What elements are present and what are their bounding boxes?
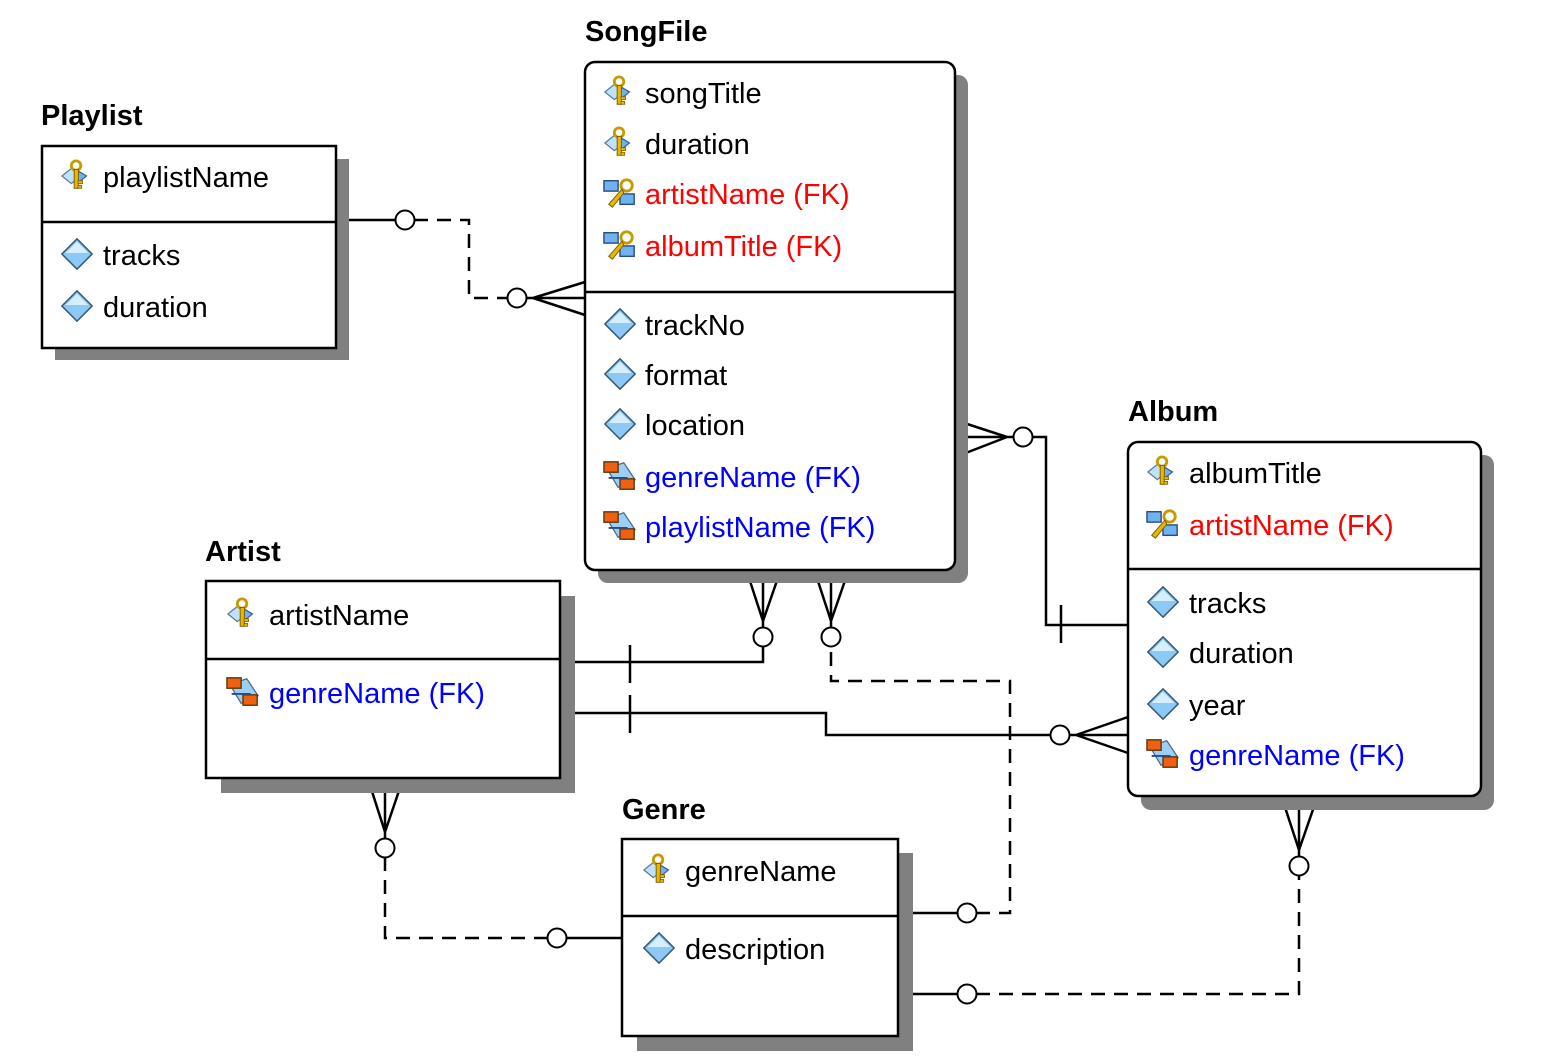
entity-playlist[interactable]: Playlist playlistName tracks duration bbox=[40, 100, 349, 360]
crows-foot-many-marker bbox=[1069, 715, 1129, 755]
zero-optional-marker bbox=[1012, 426, 1034, 448]
zero-optional-marker bbox=[394, 209, 416, 231]
attribute-label: genreName (FK) bbox=[1189, 740, 1405, 772]
entity-album[interactable]: Album albumTitle artistName (FK) tracks … bbox=[1126, 396, 1494, 810]
zero-optional-marker bbox=[1288, 855, 1310, 877]
zero-optional-marker bbox=[1049, 724, 1071, 746]
entity-title: Artist bbox=[205, 536, 281, 568]
zero-optional-marker bbox=[956, 983, 978, 1005]
relationship-genre-artist bbox=[366, 778, 622, 949]
attribute-label: trackNo bbox=[645, 310, 745, 342]
entity-genre[interactable]: Genre genreName description bbox=[620, 794, 913, 1051]
zero-optional-marker bbox=[506, 287, 528, 309]
attribute-label: duration bbox=[1189, 638, 1294, 670]
attribute-label: albumTitle (FK) bbox=[645, 231, 842, 263]
attribute-row[interactable]: playlistName (FK) bbox=[603, 510, 875, 544]
entity-songfile[interactable]: SongFile songTitle duration artistName (… bbox=[583, 16, 968, 583]
attribute-label: genreName (FK) bbox=[269, 678, 485, 710]
zero-optional-marker bbox=[956, 902, 978, 924]
zero-optional-marker bbox=[752, 626, 774, 648]
attribute-label: genreName bbox=[685, 856, 837, 888]
attribute-label: duration bbox=[645, 129, 750, 161]
attribute-label: artistName (FK) bbox=[1189, 510, 1394, 542]
attribute-label: albumTitle bbox=[1189, 458, 1322, 490]
entity-title: SongFile bbox=[585, 16, 707, 48]
attribute-label: tracks bbox=[1189, 588, 1266, 620]
crows-foot-many-marker bbox=[526, 280, 586, 317]
attribute-label: year bbox=[1189, 690, 1246, 722]
relationship-artist-songfile bbox=[563, 571, 782, 683]
attribute-label: description bbox=[685, 934, 825, 966]
attribute-row[interactable]: tracks bbox=[1147, 586, 1266, 620]
relationship-artist-album bbox=[563, 695, 1129, 755]
attribute-row[interactable]: year bbox=[1147, 688, 1246, 722]
zero-optional-marker bbox=[374, 837, 396, 859]
attribute-label: songTitle bbox=[645, 78, 762, 110]
attribute-label: tracks bbox=[103, 240, 180, 272]
attribute-label: playlistName (FK) bbox=[645, 512, 875, 544]
attribute-label: playlistName bbox=[103, 162, 269, 194]
attribute-label: duration bbox=[103, 292, 208, 324]
attribute-label: location bbox=[645, 410, 745, 442]
relationship-genre-album bbox=[899, 797, 1319, 1005]
er-diagram: Playlist playlistName tracks duration So… bbox=[40, 16, 1494, 1051]
entity-title: Playlist bbox=[41, 100, 143, 132]
zero-optional-marker bbox=[546, 927, 568, 949]
entity-title: Genre bbox=[622, 794, 706, 826]
entity-title: Album bbox=[1128, 396, 1218, 428]
attribute-row[interactable]: tracks bbox=[61, 238, 180, 272]
attribute-label: artistName bbox=[269, 600, 409, 632]
attribute-label: format bbox=[645, 360, 727, 392]
relationship-playlist-songfile bbox=[337, 209, 586, 317]
entity-artist[interactable]: Artist artistName genreName (FK) bbox=[204, 536, 575, 793]
zero-optional-marker bbox=[820, 626, 842, 648]
attribute-label: artistName (FK) bbox=[645, 179, 850, 211]
relationship-album-songfile bbox=[957, 419, 1128, 643]
attribute-label: genreName (FK) bbox=[645, 462, 861, 494]
